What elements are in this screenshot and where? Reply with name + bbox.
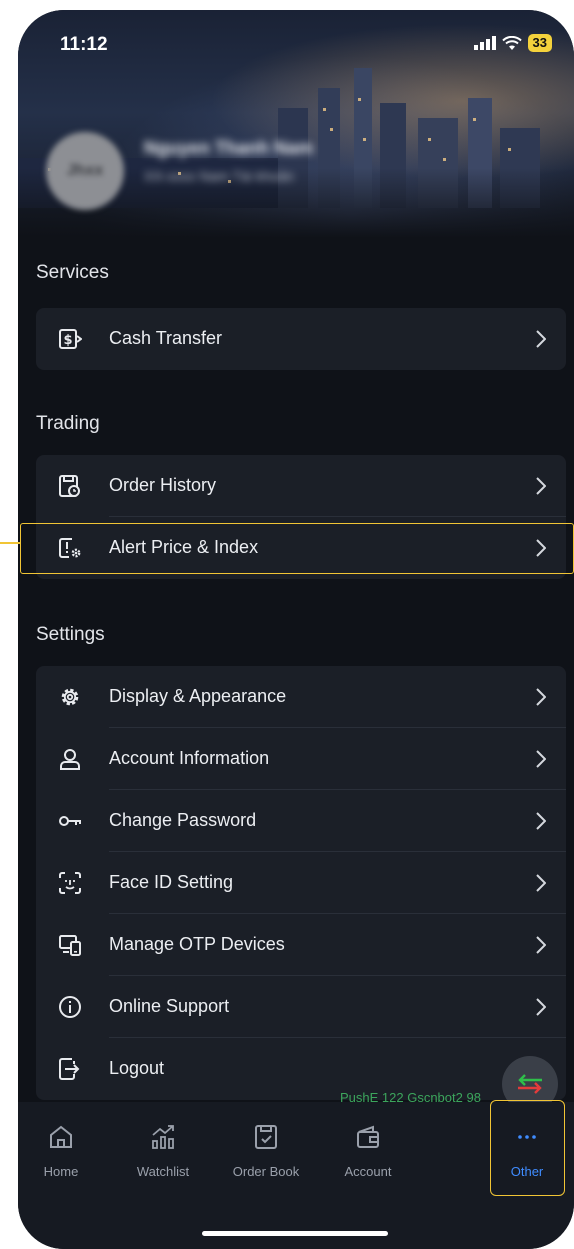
menu-item-label: Online Support <box>109 996 230 1016</box>
section-title-settings: Settings <box>36 624 105 645</box>
menu-item-label: Account Information <box>109 748 270 768</box>
menu-item-logout[interactable]: Logout <box>36 1038 566 1100</box>
menu-item-label: Change Password <box>109 810 257 830</box>
highlight-leader-line <box>0 542 20 544</box>
tab-label: Order Book <box>232 1164 300 1179</box>
wifi-icon <box>501 35 522 50</box>
home-icon <box>50 1125 72 1148</box>
user-account-info: XX-xxxx Nam Tài khoản <box>144 168 294 184</box>
section-title-services: Services <box>36 262 109 283</box>
chevron-right-icon <box>536 688 546 706</box>
gear-icon <box>61 688 79 706</box>
info-icon <box>59 996 81 1018</box>
chevron-right-icon <box>536 539 546 557</box>
tab-label: Account <box>344 1164 392 1179</box>
logout-icon <box>59 1058 80 1080</box>
tab-watchlist[interactable]: Watchlist <box>118 1114 208 1184</box>
swap-arrows-icon <box>518 1074 542 1094</box>
tab-label: Watchlist <box>136 1164 190 1179</box>
chevron-right-icon <box>536 812 546 830</box>
menu-item-change-password[interactable]: Change Password <box>36 790 566 852</box>
menu-item-face-id-setting[interactable]: Face ID Setting <box>36 852 566 914</box>
chevron-right-icon <box>536 750 546 768</box>
services-card: $ Cash Transfer <box>36 308 566 370</box>
menu-item-label: Alert Price & Index <box>109 537 259 557</box>
chevron-right-icon <box>536 477 546 495</box>
menu-item-manage-otp-devices[interactable]: Manage OTP Devices <box>36 914 566 976</box>
chevron-right-icon <box>536 330 546 348</box>
avatar[interactable]: Jhxx <box>46 132 124 210</box>
chevron-right-icon <box>536 936 546 954</box>
user-icon <box>60 749 80 770</box>
menu-item-label: Display & Appearance <box>109 686 287 706</box>
menu-item-label: Cash Transfer <box>109 328 223 348</box>
status-time: 11:12 <box>60 34 108 55</box>
battery-indicator: 33 <box>527 34 552 52</box>
trading-card: Order History Alert Price & Index <box>36 455 566 579</box>
wallet-icon <box>357 1125 379 1148</box>
svg-text:$: $ <box>63 333 72 348</box>
cash-transfer-icon: $ <box>59 329 82 349</box>
menu-item-account-information[interactable]: Account Information <box>36 728 566 790</box>
tab-label: Home <box>43 1164 79 1179</box>
order-history-icon <box>59 475 80 497</box>
section-title-trading: Trading <box>36 413 100 434</box>
alert-settings-icon <box>59 538 81 558</box>
menu-item-label: Face ID Setting <box>109 872 234 892</box>
tab-other-highlight <box>490 1100 565 1196</box>
menu-item-display-appearance[interactable]: Display & Appearance <box>36 666 566 728</box>
chevron-right-icon <box>536 998 546 1016</box>
menu-item-order-history[interactable]: Order History <box>36 455 566 517</box>
face-id-icon <box>59 872 81 894</box>
order-book-icon <box>255 1125 277 1149</box>
menu-item-label: Order History <box>109 475 217 495</box>
home-indicator <box>202 1231 388 1236</box>
menu-item-cash-transfer[interactable]: $ Cash Transfer <box>36 308 566 370</box>
menu-item-online-support[interactable]: Online Support <box>36 976 566 1038</box>
watchlist-chart-icon <box>152 1125 174 1149</box>
tab-home[interactable]: Home <box>18 1114 106 1184</box>
menu-item-alert-price-index[interactable]: Alert Price & Index <box>36 517 566 579</box>
settings-card: Display & Appearance Account Information… <box>36 666 566 1100</box>
user-name: Nguyen Thanh Nam <box>144 138 314 158</box>
chevron-right-icon <box>536 874 546 892</box>
menu-item-label: Manage OTP Devices <box>109 934 285 954</box>
menu-item-label: Logout <box>109 1058 165 1078</box>
tab-order-book[interactable]: Order Book <box>221 1114 311 1184</box>
tab-account[interactable]: Account <box>323 1114 413 1184</box>
phone-screen: 11:12 33 Jhxx Nguyen Thanh Nam XX-xxxx N… <box>18 10 574 1249</box>
key-icon <box>59 816 81 826</box>
status-icons: 33 <box>473 34 552 52</box>
signal-icon <box>473 36 496 50</box>
devices-icon <box>59 935 81 956</box>
